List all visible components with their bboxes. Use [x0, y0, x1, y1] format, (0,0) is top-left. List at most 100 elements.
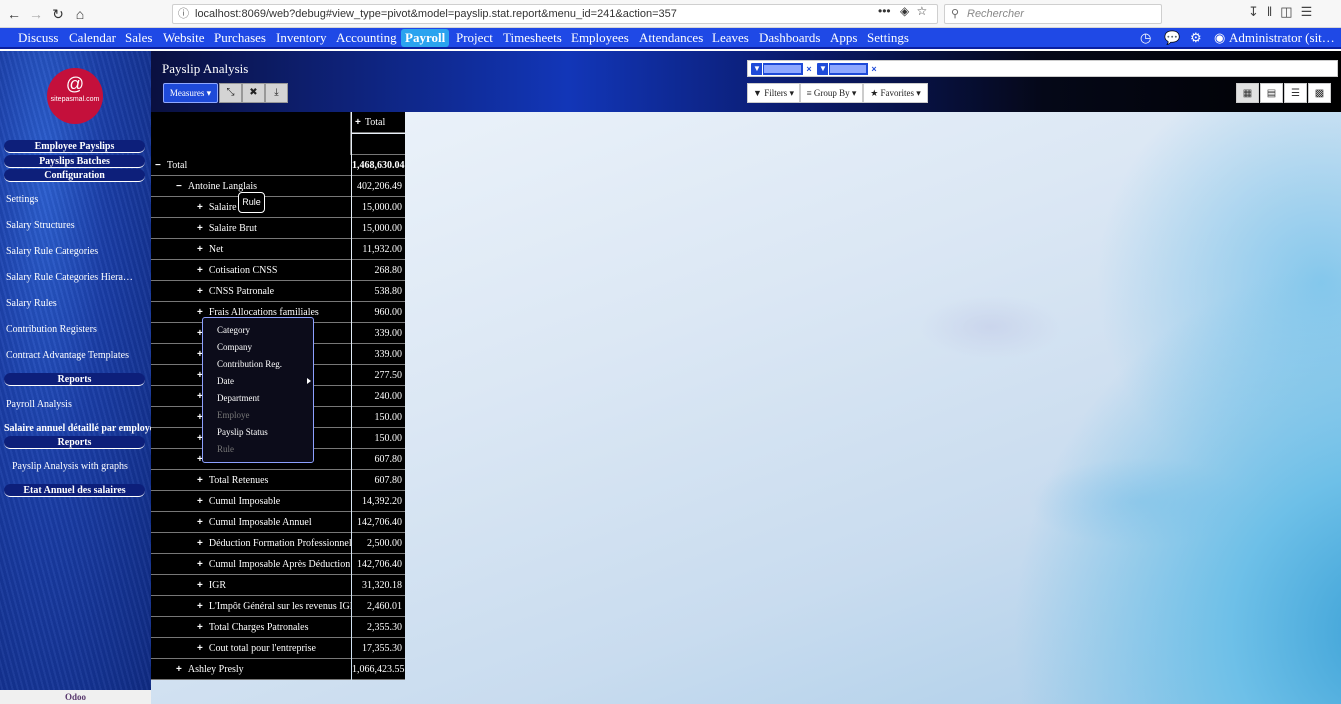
pivot-row-header[interactable]: + CNSS Patronale: [151, 281, 351, 302]
menu-calendar[interactable]: Calendar: [69, 28, 116, 49]
favorites-button[interactable]: ★ Favorites ▾: [863, 83, 928, 103]
bookmark-star-icon[interactable]: ☆: [917, 4, 928, 18]
pivot-row-header[interactable]: + Cumul Imposable Après Déduction: [151, 554, 351, 575]
pivot-cell-value[interactable]: 150.00: [352, 428, 405, 449]
pivot-cell-value[interactable]: 150.00: [352, 407, 405, 428]
pivot-cell-value[interactable]: 142,706.40: [352, 554, 405, 575]
expand-all-icon[interactable]: ✖: [242, 83, 265, 103]
pivot-row-header[interactable]: + Net: [151, 239, 351, 260]
pivot-row-header[interactable]: + Cotisation CNSS: [151, 260, 351, 281]
menu-website[interactable]: Website: [163, 28, 205, 49]
reload-icon[interactable]: ↻: [48, 4, 68, 24]
sidebar-item-salaire-annuel[interactable]: Salaire annuel détaillé par employé: [4, 423, 151, 434]
menu-discuss[interactable]: Discuss: [18, 28, 58, 49]
menu-accounting[interactable]: Accounting: [336, 28, 397, 49]
pivot-cell-value[interactable]: 15,000.00: [352, 197, 405, 218]
library-icon[interactable]: ‖: [1267, 4, 1280, 19]
pivot-cell-value[interactable]: 607.80: [352, 449, 405, 470]
sidebar-item-payroll-analysis[interactable]: Payroll Analysis: [6, 399, 72, 410]
graph-view-icon[interactable]: ▤: [1260, 83, 1283, 103]
menu-dashboards[interactable]: Dashboards: [759, 28, 820, 49]
groupby-option-contribution-reg[interactable]: Contribution Reg.: [217, 359, 282, 369]
menu-apps[interactable]: Apps: [830, 28, 857, 49]
menu-sales[interactable]: Sales: [125, 28, 152, 49]
groupby-option-company[interactable]: Company: [217, 342, 252, 352]
pivot-cell-value[interactable]: 240.00: [352, 386, 405, 407]
menu-purchases[interactable]: Purchases: [214, 28, 266, 49]
download-icon[interactable]: ↧: [1248, 4, 1267, 19]
groupby-option-department[interactable]: Department: [217, 393, 259, 403]
pivot-cell-value[interactable]: 268.80: [352, 260, 405, 281]
pivot-row-header[interactable]: + Salaire Brut: [151, 218, 351, 239]
sidebar-item-salary-rule-categories[interactable]: Salary Rule Categories: [6, 246, 98, 257]
pivot-row-header[interactable]: + IGR: [151, 575, 351, 596]
remove-facet-icon[interactable]: ×: [803, 63, 815, 75]
pivot-cell-value[interactable]: 2,355.30: [352, 617, 405, 638]
pivot-cell-value[interactable]: 538.80: [352, 281, 405, 302]
pivot-cell-value[interactable]: 31,320.18: [352, 575, 405, 596]
menu-inventory[interactable]: Inventory: [276, 28, 327, 49]
home-icon[interactable]: ⌂: [70, 4, 90, 24]
sidebar-toggle-icon[interactable]: ◫: [1280, 4, 1300, 19]
sidebar-footer[interactable]: Odoo: [0, 690, 151, 704]
pivot-row-header[interactable]: + Cumul Imposable: [151, 491, 351, 512]
pivot-view-icon[interactable]: ▦: [1236, 83, 1259, 103]
groupby-option-date[interactable]: Date: [217, 376, 234, 386]
pivot-col-header-total[interactable]: + Total: [352, 112, 405, 133]
group-by-button[interactable]: ≡ Group By ▾: [800, 83, 863, 103]
filters-button[interactable]: ▼ Filters ▾: [747, 83, 800, 103]
sidebar-item-payslip-graphs[interactable]: Payslip Analysis with graphs: [12, 461, 128, 472]
pivot-cell-value[interactable]: 339.00: [352, 323, 405, 344]
user-menu[interactable]: Administrator (sit…: [1229, 28, 1335, 49]
list-view-icon[interactable]: ☰: [1284, 83, 1307, 103]
sidebar-item-contract-advantage-templates[interactable]: Contract Advantage Templates: [6, 350, 129, 361]
menu-project[interactable]: Project: [456, 28, 493, 49]
pivot-row-header[interactable]: − Total: [151, 155, 351, 176]
pivot-cell-value[interactable]: 2,460.01: [352, 596, 405, 617]
activity-clock-icon[interactable]: ◷: [1140, 28, 1151, 49]
page-actions-icon[interactable]: •••: [878, 4, 891, 18]
sidebar-payslips-batches[interactable]: Payslips Batches: [4, 155, 145, 168]
pivot-cell-value[interactable]: 607.80: [352, 470, 405, 491]
user-avatar-icon[interactable]: ◉: [1214, 28, 1225, 49]
hamburger-menu-icon[interactable]: ☰: [1301, 4, 1321, 19]
pivot-cell-value[interactable]: 402,206.49: [352, 176, 405, 197]
pivot-row-header[interactable]: + Cout total pour l'entreprise: [151, 638, 351, 659]
pivot-cell-value[interactable]: 960.00: [352, 302, 405, 323]
menu-employees[interactable]: Employees: [571, 28, 629, 49]
pivot-cell-value[interactable]: 339.00: [352, 344, 405, 365]
pivot-row-header[interactable]: + Total Retenues: [151, 470, 351, 491]
measures-button[interactable]: Measures ▾: [163, 83, 218, 103]
pivot-cell-value[interactable]: 15,000.00: [352, 218, 405, 239]
sidebar-etat-annuel[interactable]: Etat Annuel des salaires: [4, 484, 145, 497]
groupby-option-payslip-status[interactable]: Payslip Status: [217, 427, 268, 437]
pivot-row-header[interactable]: + Total Charges Patronales: [151, 617, 351, 638]
pivot-row-header[interactable]: + Cumul Imposable Annuel: [151, 512, 351, 533]
pivot-cell-value[interactable]: 142,706.40: [352, 512, 405, 533]
menu-timesheets[interactable]: Timesheets: [503, 28, 562, 49]
groupby-option-category[interactable]: Category: [217, 325, 250, 335]
flip-axis-icon[interactable]: ⤡: [219, 83, 242, 103]
menu-leaves[interactable]: Leaves: [712, 28, 749, 49]
pivot-cell-value[interactable]: 1,066,423.55: [352, 659, 405, 680]
pivot-row-header[interactable]: + L'Impôt Général sur les revenus IGR: [151, 596, 351, 617]
sidebar-item-salary-rule-categories-hierarchy[interactable]: Salary Rule Categories Hiera…: [6, 272, 133, 283]
sidebar-employee-payslips[interactable]: Employee Payslips: [4, 140, 145, 153]
back-icon[interactable]: ←: [4, 4, 24, 24]
kanban-view-icon[interactable]: ▩: [1308, 83, 1331, 103]
url-bar[interactable]: ⓘ localhost:8069/web?debug#view_type=piv…: [172, 4, 938, 24]
chat-icon[interactable]: 💬: [1164, 28, 1180, 49]
forward-icon[interactable]: →: [26, 4, 46, 24]
browser-search-input[interactable]: ⚲ Rechercher: [944, 4, 1162, 24]
pivot-cell-value[interactable]: 11,932.00: [352, 239, 405, 260]
pivot-cell-value[interactable]: 1,468,630.04: [352, 155, 405, 176]
download-xls-icon[interactable]: ⤓: [265, 83, 288, 103]
pivot-cell-value[interactable]: 277.50: [352, 365, 405, 386]
sidebar-item-settings[interactable]: Settings: [6, 194, 38, 205]
menu-payroll[interactable]: Payroll: [401, 29, 450, 47]
pivot-row-header[interactable]: + Ashley Presly: [151, 659, 351, 680]
remove-facet-icon[interactable]: ×: [868, 63, 880, 75]
pivot-cell-value[interactable]: 14,392.20: [352, 491, 405, 512]
sidebar-item-contribution-registers[interactable]: Contribution Registers: [6, 324, 97, 335]
pivot-row-header[interactable]: + Déduction Formation Professionnelle: [151, 533, 351, 554]
